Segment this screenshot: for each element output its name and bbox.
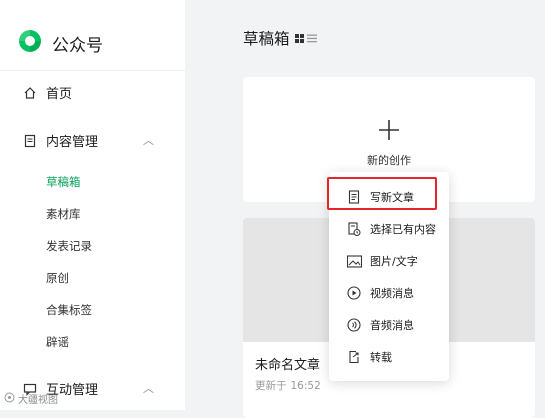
menu-item-select-existing[interactable]: 选择已有内容 xyxy=(346,220,436,238)
article-updated-time: 更新于 16:52 xyxy=(255,378,321,393)
chevron-up-icon[interactable]: ︿ xyxy=(143,380,154,396)
updated-prefix: 更新于 xyxy=(255,380,287,392)
plus-icon xyxy=(378,119,400,145)
grid-view-icon[interactable] xyxy=(294,29,304,47)
article-title: 未命名文章 xyxy=(255,358,321,373)
sidebar-divider xyxy=(0,70,185,71)
menu-item-label: 图片/文字 xyxy=(370,255,418,268)
sidebar-subitem-drafts[interactable]: 草稿箱 xyxy=(46,174,81,190)
highlight-box xyxy=(327,177,437,210)
sidebar: 公众号 首页 内容管理 ︿ 草稿箱 素材库 发表记录 原创 合集标签 辟谣 互动… xyxy=(0,0,185,410)
document-icon xyxy=(22,133,38,149)
menu-item-repost[interactable]: 转载 xyxy=(346,348,392,366)
menu-item-audio-message[interactable]: 音频消息 xyxy=(346,316,414,334)
brand-logo[interactable]: 公众号 xyxy=(17,28,103,58)
sidebar-subitem-original[interactable]: 原创 xyxy=(46,270,69,286)
sidebar-subitem-rumor-refute[interactable]: 辟谣 xyxy=(46,334,69,350)
watermark-logo-icon xyxy=(4,392,15,406)
sidebar-subitem-publish-records[interactable]: 发表记录 xyxy=(46,238,92,254)
list-view-icon[interactable] xyxy=(306,29,317,47)
repost-icon xyxy=(346,349,362,365)
page-title-row: 草稿箱 xyxy=(243,27,317,49)
wechat-official-logo-icon xyxy=(17,28,43,58)
watermark-text: 大疆视图 xyxy=(18,395,58,406)
play-circle-icon xyxy=(346,285,362,301)
sidebar-item-home[interactable]: 首页 xyxy=(22,83,72,102)
audio-circle-icon xyxy=(346,317,362,333)
sidebar-subitem-collection-tags[interactable]: 合集标签 xyxy=(46,302,92,318)
updated-time: 16:52 xyxy=(290,380,321,392)
sidebar-item-content-management[interactable]: 内容管理 xyxy=(22,131,98,150)
menu-item-label: 音频消息 xyxy=(370,319,414,332)
chevron-up-icon[interactable]: ︿ xyxy=(143,132,154,148)
menu-item-label: 视频消息 xyxy=(370,287,414,300)
new-creation-label: 新的创作 xyxy=(367,154,411,167)
watermark: 大疆视图 xyxy=(4,391,58,406)
sidebar-item-label: 首页 xyxy=(46,87,73,102)
menu-item-video-message[interactable]: 视频消息 xyxy=(346,284,414,302)
sidebar-item-label: 内容管理 xyxy=(46,135,99,150)
menu-item-label: 转载 xyxy=(370,351,392,364)
sidebar-subitem-materials[interactable]: 素材库 xyxy=(46,206,81,222)
menu-item-label: 选择已有内容 xyxy=(370,223,436,236)
document-clock-icon xyxy=(346,221,362,237)
home-icon xyxy=(22,85,38,101)
page-title: 草稿箱 xyxy=(243,30,290,48)
menu-item-image-text[interactable]: 图片/文字 xyxy=(346,252,418,270)
brand-name: 公众号 xyxy=(52,35,103,56)
image-icon xyxy=(346,253,362,269)
view-toggle[interactable] xyxy=(294,29,317,47)
